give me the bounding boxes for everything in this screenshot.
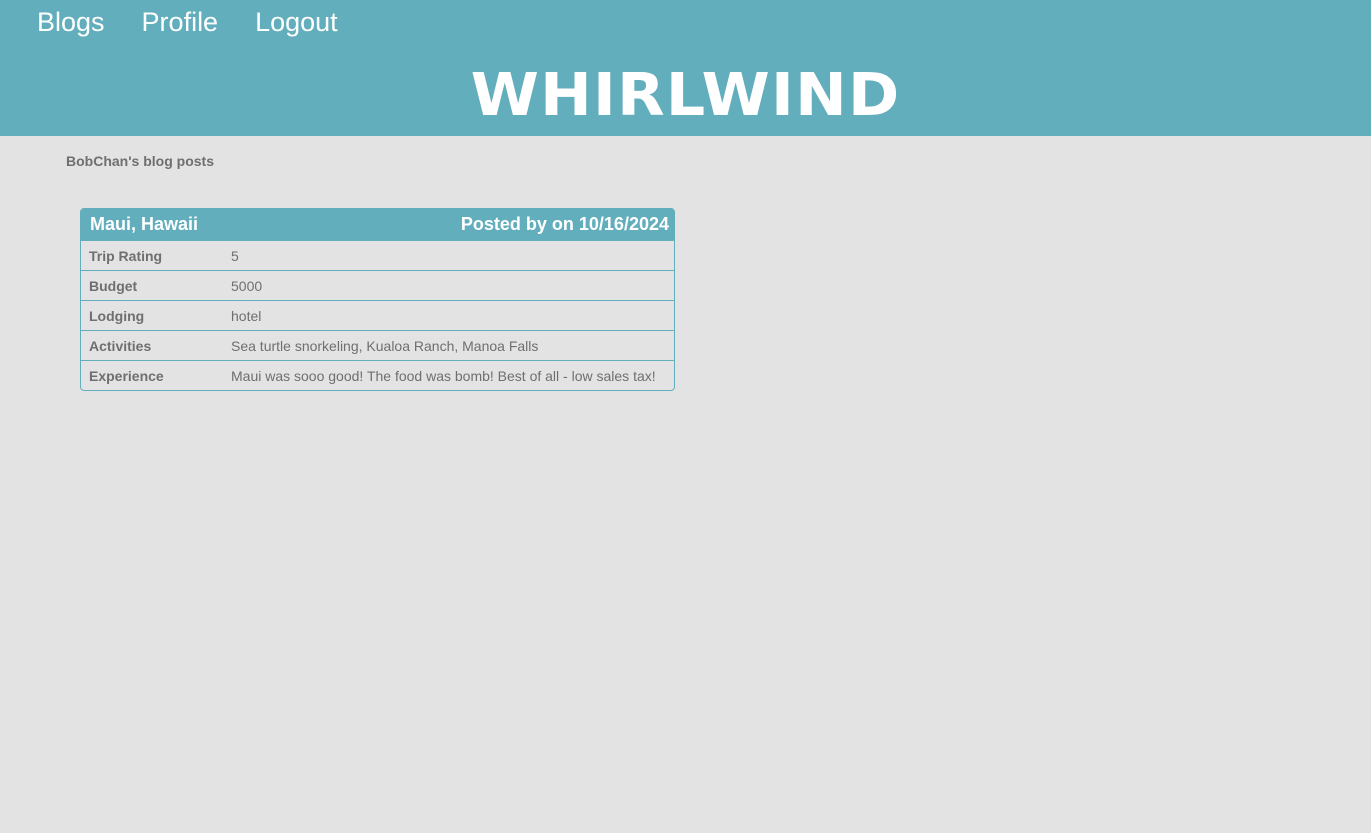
post-header: Maui, Hawaii Posted by on 10/16/2024 [81,209,674,240]
site-header: Blogs Profile Logout WHIRLWIND [0,0,1371,136]
row-label: Trip Rating [89,247,163,264]
row-value: Maui was sooo good! The food was bomb! B… [231,367,656,384]
post-row-trip-rating: Trip Rating 5 [81,240,674,270]
post-title: Maui, Hawaii [90,214,199,234]
row-label: Lodging [89,307,145,324]
nav-link-logout[interactable]: Logout [255,5,338,39]
site-logo-title: WHIRLWIND [470,60,901,129]
row-label: Budget [89,277,138,294]
blog-post-card: Maui, Hawaii Posted by on 10/16/2024 Tri… [80,208,675,391]
post-row-budget: Budget 5000 [81,270,674,300]
row-value: Sea turtle snorkeling, Kualoa Ranch, Man… [231,337,539,354]
page-heading: BobChan's blog posts [66,153,214,169]
nav-link-blogs[interactable]: Blogs [37,5,105,39]
row-value: 5000 [231,277,263,294]
post-row-activities: Activities Sea turtle snorkeling, Kualoa… [81,330,674,360]
post-row-lodging: Lodging hotel [81,300,674,330]
row-value: 5 [231,247,239,264]
top-nav: Blogs Profile Logout [37,5,375,39]
post-meta: Posted by on 10/16/2024 [460,214,669,234]
row-label: Experience [89,367,164,384]
post-row-experience: Experience Maui was sooo good! The food … [81,360,674,390]
row-label: Activities [89,337,152,354]
nav-link-profile[interactable]: Profile [142,5,219,39]
row-value: hotel [231,307,262,324]
